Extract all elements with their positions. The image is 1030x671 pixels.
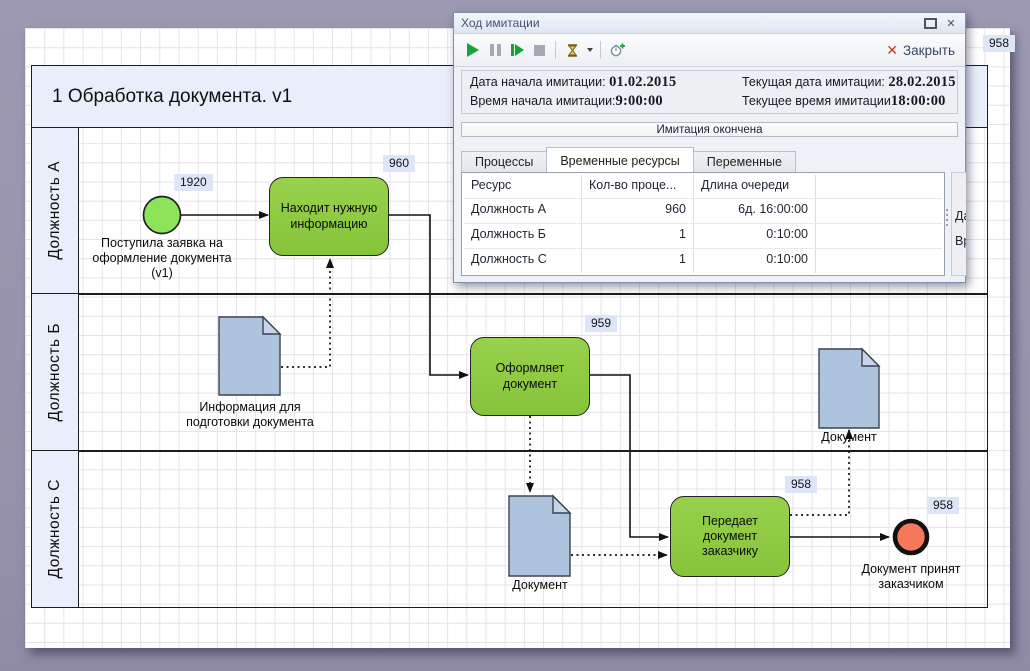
stop-button[interactable]	[528, 39, 550, 61]
add-timer-icon	[609, 42, 626, 58]
step-button[interactable]	[506, 39, 528, 61]
current-date-row: Текущая дата имитации: 28.02.2015	[742, 74, 957, 91]
cell-queue: 0:10:00	[694, 224, 816, 248]
tab-variables-label: Переменные	[707, 155, 782, 169]
column-header-resource[interactable]: Ресурс	[464, 175, 582, 198]
task-prepare-document-label: Оформляет документ	[479, 361, 581, 392]
pause-icon	[490, 44, 501, 56]
dialog-toolbar: ✕ Закрыть	[454, 34, 965, 67]
column-header-count[interactable]: Кол-во проце...	[582, 175, 694, 198]
counter-end-event: 958	[927, 497, 959, 514]
tab-variables[interactable]: Переменные	[693, 151, 796, 172]
lane-c-header[interactable]: Должность С	[32, 451, 79, 607]
current-time-label: Текущее время имитации	[742, 94, 891, 108]
start-time-row: Время начала имитации:9:00:00	[470, 93, 742, 110]
task-find-information-label: Находит нужную информацию	[278, 201, 380, 232]
toolbar-separator	[555, 41, 556, 59]
play-button[interactable]	[462, 39, 484, 61]
current-date-label: Текущая дата имитации:	[742, 75, 885, 89]
diagram-title: 1 Обработка документа. v1	[52, 86, 292, 108]
step-icon	[511, 44, 524, 56]
counter-task3: 958	[785, 476, 817, 493]
toolbar-separator	[600, 41, 601, 59]
result-tabs: Процессы Временные ресурсы Переменные	[461, 147, 796, 172]
simulation-status-text: Имитация окончена	[657, 124, 763, 136]
tab-time-resources-label: Временные ресурсы	[560, 154, 679, 168]
hourglass-dropdown[interactable]	[583, 39, 595, 61]
cell-queue: 0:10:00	[694, 249, 816, 273]
red-close-icon: ✕	[886, 43, 898, 57]
cell-resource: Должность С	[464, 249, 582, 273]
lane-b-label: Должность Б	[46, 323, 64, 421]
resources-table: Ресурс Кол-во проце... Длина очереди Дол…	[461, 172, 945, 276]
simulation-info-panel: Дата начала имитации: 01.02.2015 Текущая…	[461, 70, 958, 114]
cell-count: 960	[582, 199, 694, 223]
task-find-information[interactable]: Находит нужную информацию	[269, 177, 389, 256]
cell-queue: 6д. 16:00:00	[694, 199, 816, 223]
current-time-row: Текущее время имитации18:00:00	[742, 93, 957, 110]
close-simulation-button[interactable]: ✕ Закрыть	[886, 43, 955, 58]
document-doc3-label: Документ	[799, 430, 899, 445]
column-header-empty	[816, 175, 942, 198]
table-row[interactable]: Должность А 960 6д. 16:00:00	[464, 199, 942, 224]
stop-icon	[534, 45, 545, 56]
lane-a-header[interactable]: Должность А	[32, 128, 79, 294]
counter-corner: 958	[983, 35, 1015, 52]
clipped-label-1: Да	[955, 209, 966, 223]
clipped-side-panel: Да Вр	[951, 172, 966, 276]
play-icon	[467, 43, 479, 57]
simulation-status-bar: Имитация окончена	[461, 122, 958, 137]
current-date-value: 28.02.2015	[888, 74, 955, 90]
task-deliver-document-label: Передает документ заказчику	[679, 514, 781, 560]
cell-resource: Должность Б	[464, 224, 582, 248]
table-header-row: Ресурс Кол-во проце... Длина очереди	[464, 175, 942, 199]
cell-resource: Должность А	[464, 199, 582, 223]
tab-time-resources[interactable]: Временные ресурсы	[546, 147, 693, 172]
lane-a-label: Должность А	[46, 161, 64, 260]
pause-button[interactable]	[484, 39, 506, 61]
tab-processes[interactable]: Процессы	[461, 151, 547, 172]
tab-processes-label: Процессы	[475, 155, 533, 169]
cell-count: 1	[582, 249, 694, 273]
simulation-dialog: Ход имитации ✕ ✕ Закрыть	[453, 12, 966, 283]
maximize-icon	[924, 18, 937, 29]
lane-b-header[interactable]: Должность Б	[32, 294, 79, 451]
add-timer-button[interactable]	[606, 39, 628, 61]
dialog-titlebar[interactable]: Ход имитации ✕	[454, 13, 965, 34]
start-date-value: 01.02.2015	[609, 74, 676, 90]
chevron-down-icon	[587, 48, 593, 52]
counter-task1: 960	[383, 155, 415, 172]
end-event-label: Документ принят заказчиком	[836, 562, 986, 592]
table-row[interactable]: Должность Б 1 0:10:00	[464, 224, 942, 249]
start-date-label: Дата начала имитации:	[470, 75, 606, 89]
hourglass-icon	[565, 43, 580, 58]
dialog-title: Ход имитации	[461, 16, 916, 30]
splitter-grip[interactable]	[946, 209, 948, 226]
counter-start-event: 1920	[174, 174, 213, 191]
lane-c-label: Должность С	[46, 479, 64, 578]
hourglass-button[interactable]	[561, 39, 583, 61]
maximize-button[interactable]	[923, 17, 937, 30]
start-event-label: Поступила заявка на оформление документа…	[87, 236, 237, 281]
close-button-label: Закрыть	[903, 43, 955, 58]
column-header-queue[interactable]: Длина очереди	[694, 175, 816, 198]
close-icon: ✕	[946, 17, 955, 30]
task-prepare-document[interactable]: Оформляет документ	[470, 337, 590, 416]
start-time-value: 9:00:00	[616, 93, 663, 109]
document-doc2-label: Документ	[490, 578, 590, 593]
clipped-label-2: Вр	[955, 234, 966, 248]
start-time-label: Время начала имитации:	[470, 94, 616, 108]
counter-task2: 959	[585, 315, 617, 332]
close-window-button[interactable]: ✕	[944, 17, 958, 30]
start-date-row: Дата начала имитации: 01.02.2015	[470, 74, 742, 91]
table-row[interactable]: Должность С 1 0:10:00	[464, 249, 942, 273]
current-time-value: 18:00:00	[891, 93, 946, 109]
document-info-label: Информация для подготовки документа	[175, 400, 325, 430]
cell-count: 1	[582, 224, 694, 248]
task-deliver-document[interactable]: Передает документ заказчику	[670, 496, 790, 577]
